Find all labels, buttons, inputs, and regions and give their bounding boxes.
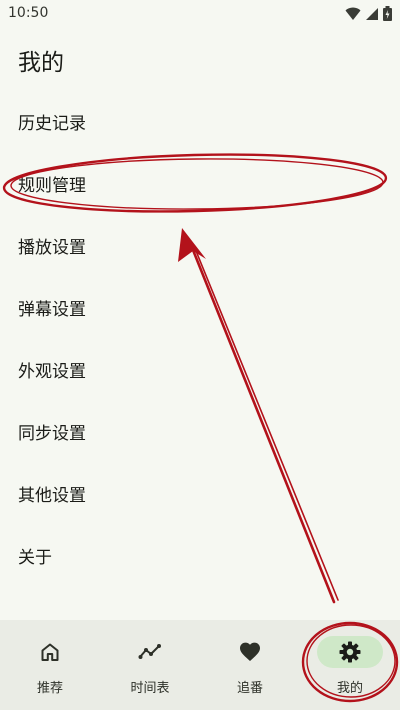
- nav-label: 推荐: [36, 681, 63, 696]
- nav-item-mine[interactable]: 我的: [300, 620, 400, 710]
- nav-label: 追番: [236, 681, 263, 696]
- menu-item-label: 弹幕设置: [18, 299, 86, 320]
- menu-item-danmaku-settings[interactable]: 弹幕设置: [0, 279, 400, 335]
- gear-icon: [339, 641, 361, 663]
- menu-item-other-settings[interactable]: 其他设置: [0, 465, 400, 521]
- nav-item-timeline[interactable]: 时间表: [100, 620, 200, 710]
- heart-icon: [240, 642, 260, 661]
- wifi-icon: [345, 7, 361, 20]
- menu-item-label: 播放设置: [18, 237, 86, 258]
- menu-item-sync-settings[interactable]: 同步设置: [0, 403, 400, 459]
- status-bar: 10:50: [0, 0, 400, 28]
- nav-item-following[interactable]: 追番: [200, 620, 300, 710]
- menu-item-label: 历史记录: [18, 113, 86, 134]
- menu-item-label: 规则管理: [18, 175, 86, 196]
- menu-item-history[interactable]: 历史记录: [0, 93, 400, 149]
- signal-icon: [366, 7, 378, 20]
- menu-item-label: 外观设置: [18, 361, 86, 382]
- status-icons: [345, 6, 392, 21]
- battery-icon: [383, 6, 392, 21]
- home-icon: [41, 643, 59, 661]
- menu-item-appearance-settings[interactable]: 外观设置: [0, 341, 400, 397]
- bottom-navigation: 推荐 时间表 追番 我的: [0, 620, 400, 710]
- nav-label: 时间表: [130, 681, 170, 696]
- page-title: 我的: [18, 50, 64, 76]
- menu-item-about[interactable]: 关于: [0, 527, 400, 583]
- menu-item-rule-management[interactable]: 规则管理: [0, 155, 400, 211]
- nav-item-recommend[interactable]: 推荐: [0, 620, 100, 710]
- menu-item-playback-settings[interactable]: 播放设置: [0, 217, 400, 273]
- status-time: 10:50: [8, 5, 49, 21]
- nav-label: 我的: [336, 681, 363, 696]
- menu-item-label: 同步设置: [18, 423, 86, 444]
- timeline-icon: [138, 644, 161, 659]
- menu-item-label: 关于: [18, 547, 52, 568]
- menu-item-label: 其他设置: [18, 485, 86, 506]
